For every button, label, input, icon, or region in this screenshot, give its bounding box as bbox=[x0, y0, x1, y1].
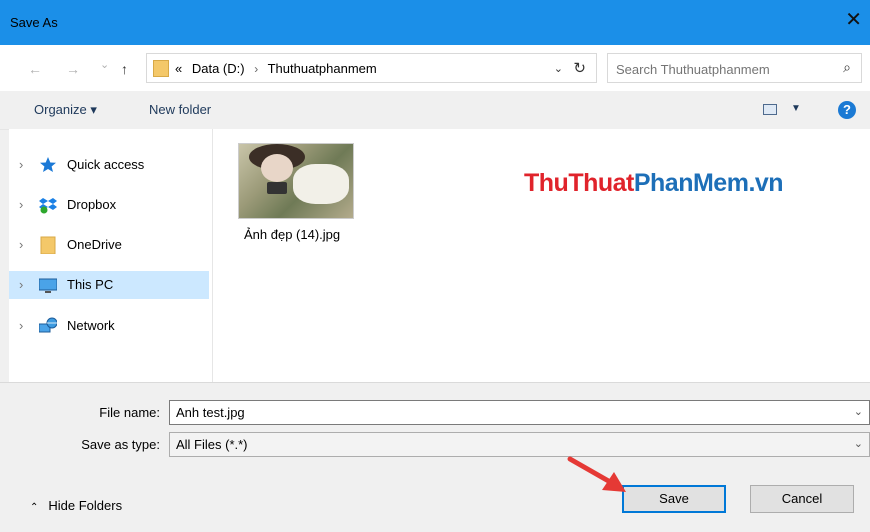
folder-icon bbox=[40, 236, 56, 254]
forward-arrow-icon[interactable]: → bbox=[66, 61, 80, 77]
hide-folders-label: Hide Folders bbox=[48, 498, 123, 513]
search-input[interactable] bbox=[614, 58, 828, 80]
nav-item-dropbox[interactable]: › Dropbox bbox=[9, 191, 209, 219]
save-button[interactable]: Save bbox=[622, 485, 726, 513]
dropbox-icon bbox=[39, 198, 57, 214]
breadcrumb-overflow[interactable]: « bbox=[175, 61, 182, 76]
up-arrow-icon[interactable]: ↑ bbox=[121, 61, 128, 77]
save-type-value[interactable]: All Files (*.*) bbox=[176, 437, 248, 452]
save-type-label: Save as type: bbox=[81, 437, 160, 452]
back-arrow-icon[interactable]: ← bbox=[28, 61, 42, 77]
view-dropdown-icon[interactable]: ▼ bbox=[791, 103, 801, 114]
address-row: ← → ⌄ ↑ « Data (D:) › Thuthuatphanmem ⌄ … bbox=[0, 45, 870, 91]
cancel-button[interactable]: Cancel bbox=[750, 485, 854, 513]
new-folder-button[interactable]: New folder bbox=[149, 102, 211, 117]
chevron-up-icon: ⌃ bbox=[30, 502, 39, 513]
file-name-field[interactable]: Anh test.jpg ⌄ bbox=[169, 400, 870, 425]
watermark-part-1: ThuThuat bbox=[524, 169, 634, 197]
nav-item-label: Dropbox bbox=[67, 197, 117, 212]
nav-item-onedrive[interactable]: › OneDrive bbox=[9, 231, 209, 259]
breadcrumb-thuthuatphanmem[interactable]: Thuthuatphanmem bbox=[268, 61, 377, 76]
refresh-icon[interactable]: ↻ bbox=[573, 59, 586, 77]
thumbnail-dress-shape bbox=[293, 164, 349, 204]
expand-chevron-icon[interactable]: › bbox=[19, 197, 23, 212]
chevron-down-icon[interactable]: ⌄ bbox=[554, 62, 563, 75]
file-name-label[interactable]: Ảnh đẹp (14).jpg bbox=[244, 227, 340, 242]
search-icon[interactable]: ⌕ bbox=[843, 59, 851, 76]
file-list: Ảnh đẹp (14).jpg ThuThuatPhanMem.vn bbox=[213, 129, 870, 382]
monitor-icon bbox=[39, 278, 57, 293]
nav-item-this-pc[interactable]: › This PC bbox=[9, 271, 209, 299]
navigation-pane: › Quick access › Dropbox › OneDrive › Th… bbox=[9, 129, 213, 382]
nav-item-label: OneDrive bbox=[67, 237, 122, 252]
nav-item-label: This PC bbox=[67, 277, 114, 292]
expand-chevron-icon[interactable]: › bbox=[19, 277, 23, 292]
command-bar: Organize ▾ New folder ▼ ? bbox=[0, 91, 870, 130]
expand-chevron-icon[interactable]: › bbox=[19, 237, 23, 252]
help-icon[interactable]: ? bbox=[838, 101, 856, 119]
watermark-part-3: .vn bbox=[748, 169, 784, 197]
nav-item-label: Network bbox=[67, 318, 115, 333]
hide-folders-button[interactable]: ⌃ Hide Folders bbox=[30, 498, 122, 513]
address-field[interactable]: « Data (D:) › Thuthuatphanmem ⌄ ↻ bbox=[146, 53, 597, 83]
window-title: Save As bbox=[10, 15, 58, 30]
nav-item-label: Quick access bbox=[67, 157, 145, 172]
organize-button[interactable]: Organize ▾ bbox=[34, 102, 97, 118]
close-icon[interactable]: ✕ bbox=[845, 10, 862, 30]
watermark-logo: ThuThuatPhanMem.vn bbox=[524, 169, 784, 198]
nav-item-quick-access[interactable]: › Quick access bbox=[9, 151, 209, 179]
chevron-down-icon[interactable]: ⌄ bbox=[854, 405, 863, 418]
file-name-value[interactable]: Anh test.jpg bbox=[176, 405, 245, 420]
title-bar: Save As ✕ bbox=[0, 0, 870, 45]
file-name-field-label: File name: bbox=[99, 405, 160, 420]
thumbnail-face-shape bbox=[261, 154, 293, 182]
view-options-icon[interactable] bbox=[763, 104, 777, 115]
chevron-down-icon[interactable]: ⌄ bbox=[854, 437, 863, 450]
red-pointer-arrow-icon bbox=[567, 456, 626, 492]
network-icon bbox=[39, 317, 57, 333]
folder-icon bbox=[153, 60, 169, 77]
search-box[interactable]: ⌕ bbox=[607, 53, 862, 83]
nav-item-network[interactable]: › Network bbox=[9, 312, 209, 340]
watermark-part-2: PhanMem bbox=[633, 169, 749, 197]
save-type-select[interactable]: All Files (*.*) ⌄ bbox=[169, 432, 870, 457]
breadcrumb: « Data (D:) › Thuthuatphanmem bbox=[175, 61, 383, 76]
expand-chevron-icon[interactable]: › bbox=[19, 157, 23, 172]
expand-chevron-icon[interactable]: › bbox=[19, 318, 23, 333]
image-thumbnail[interactable] bbox=[238, 143, 354, 219]
recent-locations-icon[interactable]: ⌄ bbox=[100, 58, 109, 71]
breadcrumb-data-drive[interactable]: Data (D:) bbox=[192, 61, 245, 76]
camera-icon bbox=[267, 182, 287, 194]
save-options-panel: File name: Anh test.jpg ⌄ Save as type: … bbox=[0, 382, 870, 532]
star-icon bbox=[40, 157, 56, 172]
breadcrumb-separator-icon: › bbox=[254, 62, 259, 76]
